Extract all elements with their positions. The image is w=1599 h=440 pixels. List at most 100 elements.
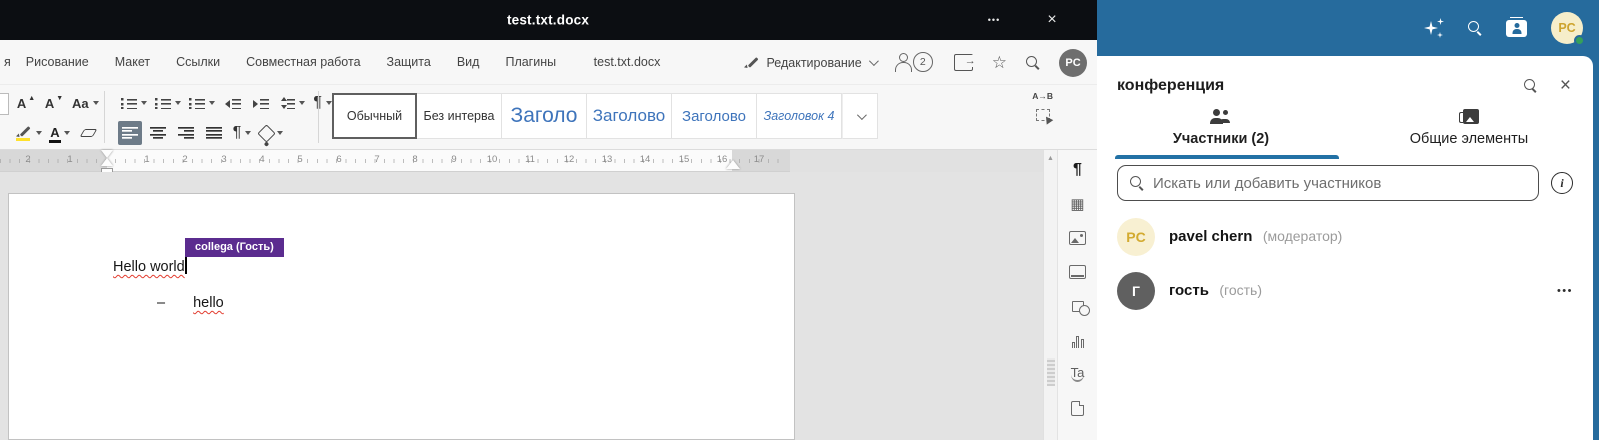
share-button[interactable]: [954, 54, 973, 71]
justify-button[interactable]: [202, 121, 226, 145]
menu-item-plugins[interactable]: Плагины: [492, 49, 569, 75]
header-footer-settings-icon[interactable]: [1069, 264, 1086, 280]
table-settings-icon[interactable]: ▦: [1070, 196, 1084, 212]
contacts-icon[interactable]: [1506, 20, 1527, 37]
text-art-settings-icon[interactable]: Ta: [1071, 366, 1085, 382]
info-icon[interactable]: i: [1551, 172, 1573, 194]
increase-indent-button[interactable]: [249, 91, 273, 115]
collaborators-count: 2: [913, 52, 933, 72]
style-heading2[interactable]: Заголово: [587, 93, 672, 139]
toolbar-row-1: A▲ A▼ Aa ¶: [14, 89, 335, 117]
align-center-button[interactable]: [146, 121, 170, 145]
highlight-color-button[interactable]: [14, 121, 44, 145]
menu-item-layout[interactable]: Макет: [102, 49, 163, 75]
user-avatar[interactable]: PC: [1059, 49, 1087, 77]
panel-title: конференция: [1117, 77, 1524, 95]
replace-autocorrect-icon[interactable]: A→B: [1032, 91, 1053, 101]
tab-participants[interactable]: Участники (2): [1097, 109, 1345, 159]
toolbar-separator: [318, 91, 319, 143]
style-no-spacing[interactable]: Без интерва: [417, 93, 502, 139]
styles-gallery: Обычный Без интерва Заголо Заголово Заго…: [332, 93, 878, 139]
online-status-dot: [1574, 35, 1585, 46]
menu-item-protection[interactable]: Защита: [374, 49, 444, 75]
document-text-line[interactable]: Hello world: [113, 257, 187, 275]
show-paragraph-marks-button[interactable]: ¶: [230, 121, 254, 145]
ruler-number: 12: [564, 154, 575, 165]
active-tab-underline: [1115, 155, 1339, 159]
editing-mode-dropdown[interactable]: Редактирование: [745, 55, 876, 70]
scroll-up-arrow[interactable]: ▲: [1044, 150, 1057, 166]
chart-settings-icon[interactable]: [1072, 332, 1084, 348]
search-icon[interactable]: [1468, 21, 1482, 35]
window-more-button[interactable]: •••: [971, 0, 1017, 40]
profile-avatar-initials: PC: [1558, 21, 1575, 35]
line-spacing-button[interactable]: [277, 91, 307, 115]
ruler-number: 2: [182, 154, 187, 165]
style-heading3[interactable]: Заголово: [672, 93, 757, 139]
collaborators-count-button[interactable]: 2: [895, 50, 935, 76]
participants-list: PC pavel chern (модератор) Г гость (гост…: [1097, 201, 1593, 311]
change-case-button[interactable]: Aa: [70, 91, 101, 115]
clear-formatting-button[interactable]: [76, 121, 100, 145]
tab-shared-elements[interactable]: Общие элементы: [1345, 109, 1593, 159]
align-left-button[interactable]: [118, 121, 142, 145]
window-titlebar: test.txt.docx ••• ×: [0, 0, 1097, 40]
styles-gallery-expand-button[interactable]: [842, 93, 878, 139]
signature-settings-icon[interactable]: [1071, 400, 1084, 416]
panel-search-icon[interactable]: [1524, 79, 1538, 93]
image-settings-icon[interactable]: [1069, 230, 1086, 246]
select-tool-icon[interactable]: [1036, 109, 1050, 121]
menu-item-references[interactable]: Ссылки: [163, 49, 233, 75]
multilevel-list-button[interactable]: [187, 91, 217, 115]
document-list-item[interactable]: – hello: [157, 295, 224, 311]
participant-row[interactable]: PC pavel chern (модератор): [1117, 217, 1573, 257]
menu-item-drawing[interactable]: Рисование: [13, 49, 102, 75]
menubar-right-controls: Редактирование 2 ☆ PC: [745, 40, 1087, 85]
style-heading4[interactable]: Заголовок 4: [757, 93, 842, 139]
list-item-text[interactable]: hello: [193, 295, 224, 311]
align-right-button[interactable]: [174, 121, 198, 145]
decrease-indent-button[interactable]: [221, 91, 245, 115]
right-indent-marker[interactable]: [726, 160, 740, 169]
shading-button[interactable]: [258, 121, 285, 145]
numbered-list-button[interactable]: [153, 91, 183, 115]
style-normal[interactable]: Обычный: [332, 93, 417, 139]
participant-row[interactable]: Г гость (гость) •••: [1117, 271, 1573, 311]
conference-panel: PC конференция × Участники (2) Общие эле…: [1097, 0, 1599, 440]
participant-menu-button[interactable]: •••: [1557, 285, 1573, 297]
panel-title-row: конференция ×: [1097, 56, 1593, 101]
document-scrollbar[interactable]: ▲: [1043, 150, 1057, 440]
profile-avatar[interactable]: PC: [1551, 12, 1583, 44]
ruler-number: 2: [25, 154, 30, 165]
increase-font-button[interactable]: A▲: [14, 91, 38, 115]
style-heading1[interactable]: Заголо: [502, 93, 587, 139]
ruler-number: 7: [374, 154, 379, 165]
menu-item-view[interactable]: Вид: [444, 49, 493, 75]
horizontal-ruler[interactable]: 2 1 1 2 3 4 5 6 7 8 9 10 11 12 13 14 15 …: [0, 150, 790, 172]
participant-name: гость: [1169, 282, 1209, 299]
window-close-button[interactable]: ×: [1029, 0, 1075, 40]
ruler-number: 6: [336, 154, 341, 165]
participant-search-box[interactable]: [1117, 165, 1539, 201]
paragraph-settings-icon[interactable]: ¶: [1073, 162, 1082, 178]
menu-item-clipped[interactable]: я: [4, 49, 13, 75]
font-size-input-clipped[interactable]: [0, 93, 9, 115]
ruler-number: 15: [679, 154, 690, 165]
edit-pencil-icon: [745, 55, 760, 70]
panel-close-button[interactable]: ×: [1560, 76, 1571, 95]
text-caret: [185, 257, 187, 274]
ai-sparkle-icon[interactable]: [1424, 18, 1444, 38]
font-color-button[interactable]: A: [48, 121, 72, 145]
document-text[interactable]: Hello world: [113, 259, 185, 275]
bullet-list-button[interactable]: [119, 91, 149, 115]
menu-item-collaboration[interactable]: Совместная работа: [233, 49, 373, 75]
participant-search-input[interactable]: [1153, 175, 1526, 192]
document-page[interactable]: collega (Гость) Hello world – hello: [8, 193, 795, 440]
shape-settings-icon[interactable]: [1072, 298, 1084, 314]
favorite-star-button[interactable]: ☆: [992, 53, 1007, 73]
search-icon[interactable]: [1026, 56, 1040, 70]
participant-avatar: PC: [1117, 218, 1155, 256]
scrollbar-thumb[interactable]: [1047, 358, 1055, 386]
decrease-font-button[interactable]: A▼: [42, 91, 66, 115]
collaborator-cursor-label: collega (Гость): [185, 238, 284, 257]
